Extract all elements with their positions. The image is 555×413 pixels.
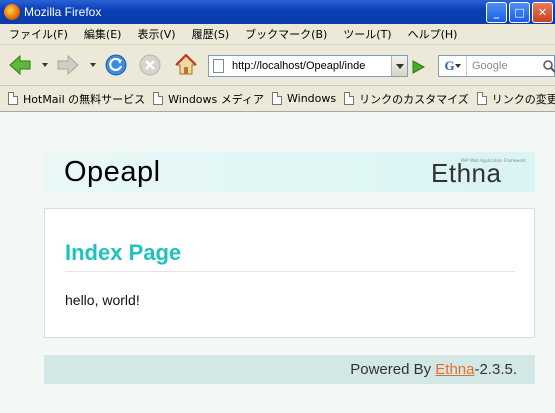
stop-button[interactable] xyxy=(138,53,162,77)
google-icon: G xyxy=(444,58,455,73)
close-button[interactable]: ✕ xyxy=(532,2,553,23)
page-icon xyxy=(8,92,18,105)
ethna-logo-tagline: PHP Web Application Framework xyxy=(461,158,526,163)
bookmark-label: Windows xyxy=(287,92,337,105)
forward-button[interactable] xyxy=(56,53,80,77)
window-controls: _ □ ✕ xyxy=(486,2,553,23)
page-icon xyxy=(344,92,355,105)
page-icon xyxy=(213,59,224,73)
forward-history-dropdown[interactable] xyxy=(90,63,96,67)
site-header: Opeapl Ethna PHP Web Application Framewo… xyxy=(44,152,535,192)
page-icon xyxy=(272,92,282,105)
bookmark-hotmail[interactable]: HotMail の無料サービス xyxy=(8,91,145,107)
navigation-toolbar: http://localhost/Opeapl/inde G Google xyxy=(0,45,555,86)
search-input[interactable]: Google xyxy=(472,60,542,72)
bookmark-label: Windows メディア xyxy=(168,92,264,106)
back-button[interactable] xyxy=(8,53,32,77)
menu-bookmarks[interactable]: ブックマーク(B) xyxy=(236,26,334,42)
menu-edit[interactable]: 編集(E) xyxy=(75,26,129,42)
site-title: Opeapl xyxy=(64,156,161,188)
chevron-down-icon xyxy=(395,63,404,69)
menu-view[interactable]: 表示(V) xyxy=(128,26,182,42)
back-arrow-icon xyxy=(9,54,31,76)
bookmark-label: リンクのカスタマイズ xyxy=(359,92,469,106)
bookmark-windows[interactable]: Windows xyxy=(272,92,336,105)
bookmark-customize-links[interactable]: リンクのカスタマイズ xyxy=(344,91,469,107)
maximize-button[interactable]: □ xyxy=(509,2,530,23)
search-icon[interactable] xyxy=(542,59,555,73)
back-history-dropdown[interactable] xyxy=(42,63,48,67)
page-heading: Index Page xyxy=(65,240,182,265)
bookmark-change-links[interactable]: リンクの変更 xyxy=(476,91,555,107)
url-history-dropdown[interactable] xyxy=(391,56,407,76)
go-button[interactable] xyxy=(408,58,428,76)
bookmarks-toolbar: HotMail の無料サービス Windows メディア Windows リンク… xyxy=(0,86,555,112)
menu-history[interactable]: 履歴(S) xyxy=(183,26,237,42)
page-icon xyxy=(153,92,164,105)
ethna-link[interactable]: Ethna xyxy=(435,361,474,378)
menu-file[interactable]: ファイル(F) xyxy=(0,26,75,42)
bookmark-label: リンクの変更 xyxy=(491,92,555,106)
address-bar[interactable]: http://localhost/Opeapl/inde xyxy=(208,55,408,77)
content-box: Index Page hello, world! xyxy=(44,208,535,338)
reload-button[interactable] xyxy=(104,53,128,77)
footer-version: -2.3.5. xyxy=(474,361,517,378)
page-icon xyxy=(476,92,487,105)
title-bar: Mozilla Firefox _ □ ✕ xyxy=(0,0,555,24)
firefox-icon xyxy=(4,4,20,20)
home-button[interactable] xyxy=(174,53,198,77)
site-footer: Powered By Ethna -2.3.5. xyxy=(44,355,535,384)
menu-tools[interactable]: ツール(T) xyxy=(334,26,398,42)
minimize-button[interactable]: _ xyxy=(486,2,507,23)
window-title: Mozilla Firefox xyxy=(24,5,102,19)
search-engine-selector[interactable]: G xyxy=(439,56,467,76)
body-text: hello, world! xyxy=(65,292,140,308)
forward-arrow-icon xyxy=(57,54,79,76)
bookmark-windows-media[interactable]: Windows メディア xyxy=(153,91,264,107)
chevron-down-icon xyxy=(454,64,461,68)
menu-bar: ファイル(F) 編集(E) 表示(V) 履歴(S) ブックマーク(B) ツール(… xyxy=(0,24,555,45)
page-viewport: Opeapl Ethna PHP Web Application Framewo… xyxy=(0,112,555,413)
stop-icon xyxy=(139,54,161,76)
bookmark-label: HotMail の無料サービス xyxy=(23,92,146,106)
heading-divider xyxy=(65,271,515,272)
url-input[interactable]: http://localhost/Opeapl/inde xyxy=(232,60,394,72)
go-arrow-icon xyxy=(412,60,425,74)
footer-prefix: Powered By xyxy=(350,361,436,378)
menu-help[interactable]: ヘルプ(H) xyxy=(399,26,465,42)
home-icon xyxy=(175,53,197,75)
search-box[interactable]: G Google xyxy=(438,55,555,77)
ethna-logo: Ethna PHP Web Application Framework xyxy=(431,157,526,188)
reload-icon xyxy=(105,54,127,76)
